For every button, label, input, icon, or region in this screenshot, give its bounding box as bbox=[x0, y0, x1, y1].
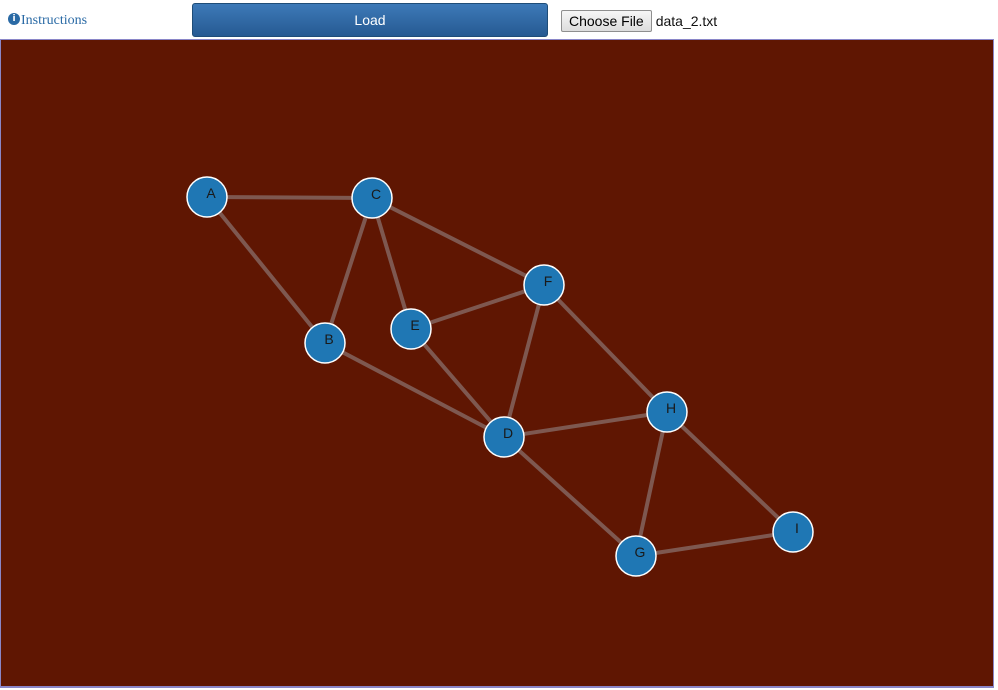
node-label: C bbox=[371, 186, 381, 202]
node-H[interactable]: H bbox=[646, 391, 688, 433]
node-label: D bbox=[503, 425, 513, 441]
node-label: E bbox=[410, 317, 419, 333]
node-label: F bbox=[544, 273, 553, 289]
edge-F-D bbox=[502, 283, 546, 439]
instructions-label: Instructions bbox=[21, 13, 88, 28]
load-button[interactable]: Load bbox=[192, 3, 548, 37]
edge-H-I bbox=[665, 410, 795, 534]
edge-E-D bbox=[409, 327, 506, 439]
node-circle[interactable] bbox=[772, 511, 814, 553]
edge-C-B bbox=[323, 196, 374, 345]
edge-A-C bbox=[205, 195, 374, 200]
edge-B-D bbox=[323, 341, 506, 439]
file-chooser: Choose File data_2.txt bbox=[561, 10, 717, 32]
node-A[interactable]: A bbox=[186, 176, 228, 218]
edge-H-G bbox=[634, 410, 669, 558]
edge-G-I bbox=[634, 530, 795, 558]
info-icon: i bbox=[8, 13, 20, 25]
node-label: G bbox=[635, 544, 646, 560]
node-label: H bbox=[666, 400, 676, 416]
edge-C-F bbox=[370, 196, 546, 287]
node-E[interactable]: E bbox=[390, 308, 432, 350]
edge-D-G bbox=[502, 435, 638, 558]
nodes-layer: A B C D E F G H I bbox=[186, 176, 814, 577]
selected-file-name: data_2.txt bbox=[655, 13, 718, 29]
node-D[interactable]: D bbox=[483, 416, 525, 458]
edge-D-H bbox=[502, 410, 669, 439]
instructions-link[interactable]: i Instructions bbox=[8, 13, 87, 29]
graph-diagram: A B C D E F G H I bbox=[186, 176, 814, 577]
node-label: A bbox=[206, 185, 216, 201]
edges-layer bbox=[205, 195, 795, 558]
node-label: B bbox=[324, 331, 333, 347]
node-C[interactable]: C bbox=[351, 177, 393, 219]
node-label: I bbox=[795, 520, 799, 536]
node-F[interactable]: F bbox=[523, 264, 565, 306]
choose-file-button[interactable]: Choose File bbox=[561, 10, 652, 32]
node-G[interactable]: G bbox=[615, 535, 657, 577]
node-B[interactable]: B bbox=[304, 322, 346, 364]
toolbar: i Instructions Load Choose File data_2.t… bbox=[0, 0, 998, 40]
edge-E-F bbox=[409, 283, 546, 331]
edge-F-H bbox=[542, 283, 669, 414]
graph-canvas[interactable]: A B C D E F G H I bbox=[0, 39, 994, 688]
node-I[interactable]: I bbox=[772, 511, 814, 553]
edge-A-B bbox=[205, 195, 327, 345]
